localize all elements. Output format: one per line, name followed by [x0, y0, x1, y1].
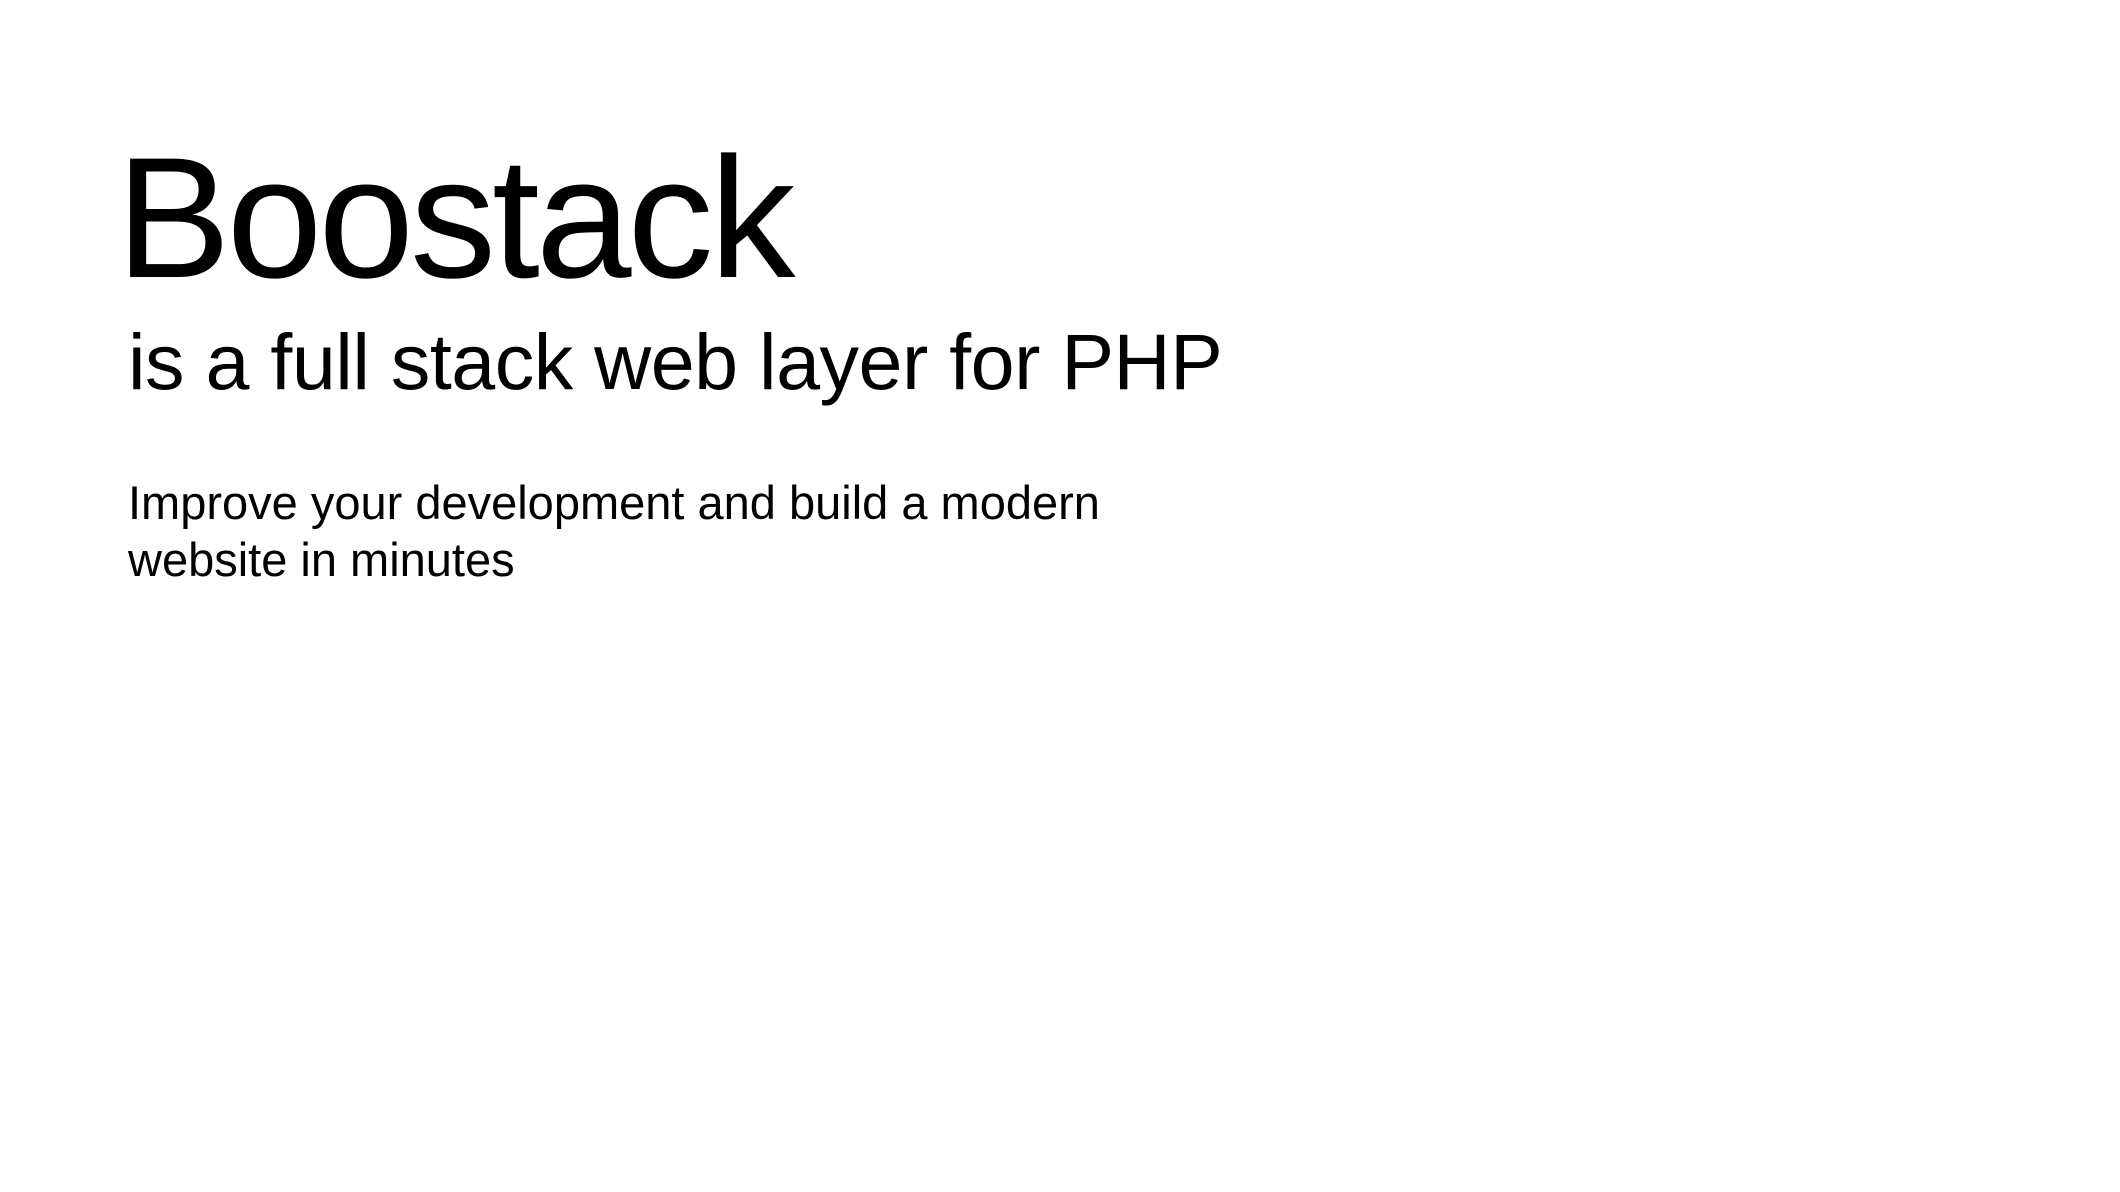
slide-tagline: is a full stack web layer for PHP — [128, 317, 1223, 406]
slide: Boostack is a full stack web layer for P… — [0, 0, 2120, 1192]
description-line: Improve your development and build a mod… — [128, 476, 1100, 529]
slide-title: Boostack — [116, 122, 795, 314]
description-line: website in minutes — [128, 533, 515, 586]
slide-description: Improve your development and build a mod… — [128, 474, 1228, 588]
